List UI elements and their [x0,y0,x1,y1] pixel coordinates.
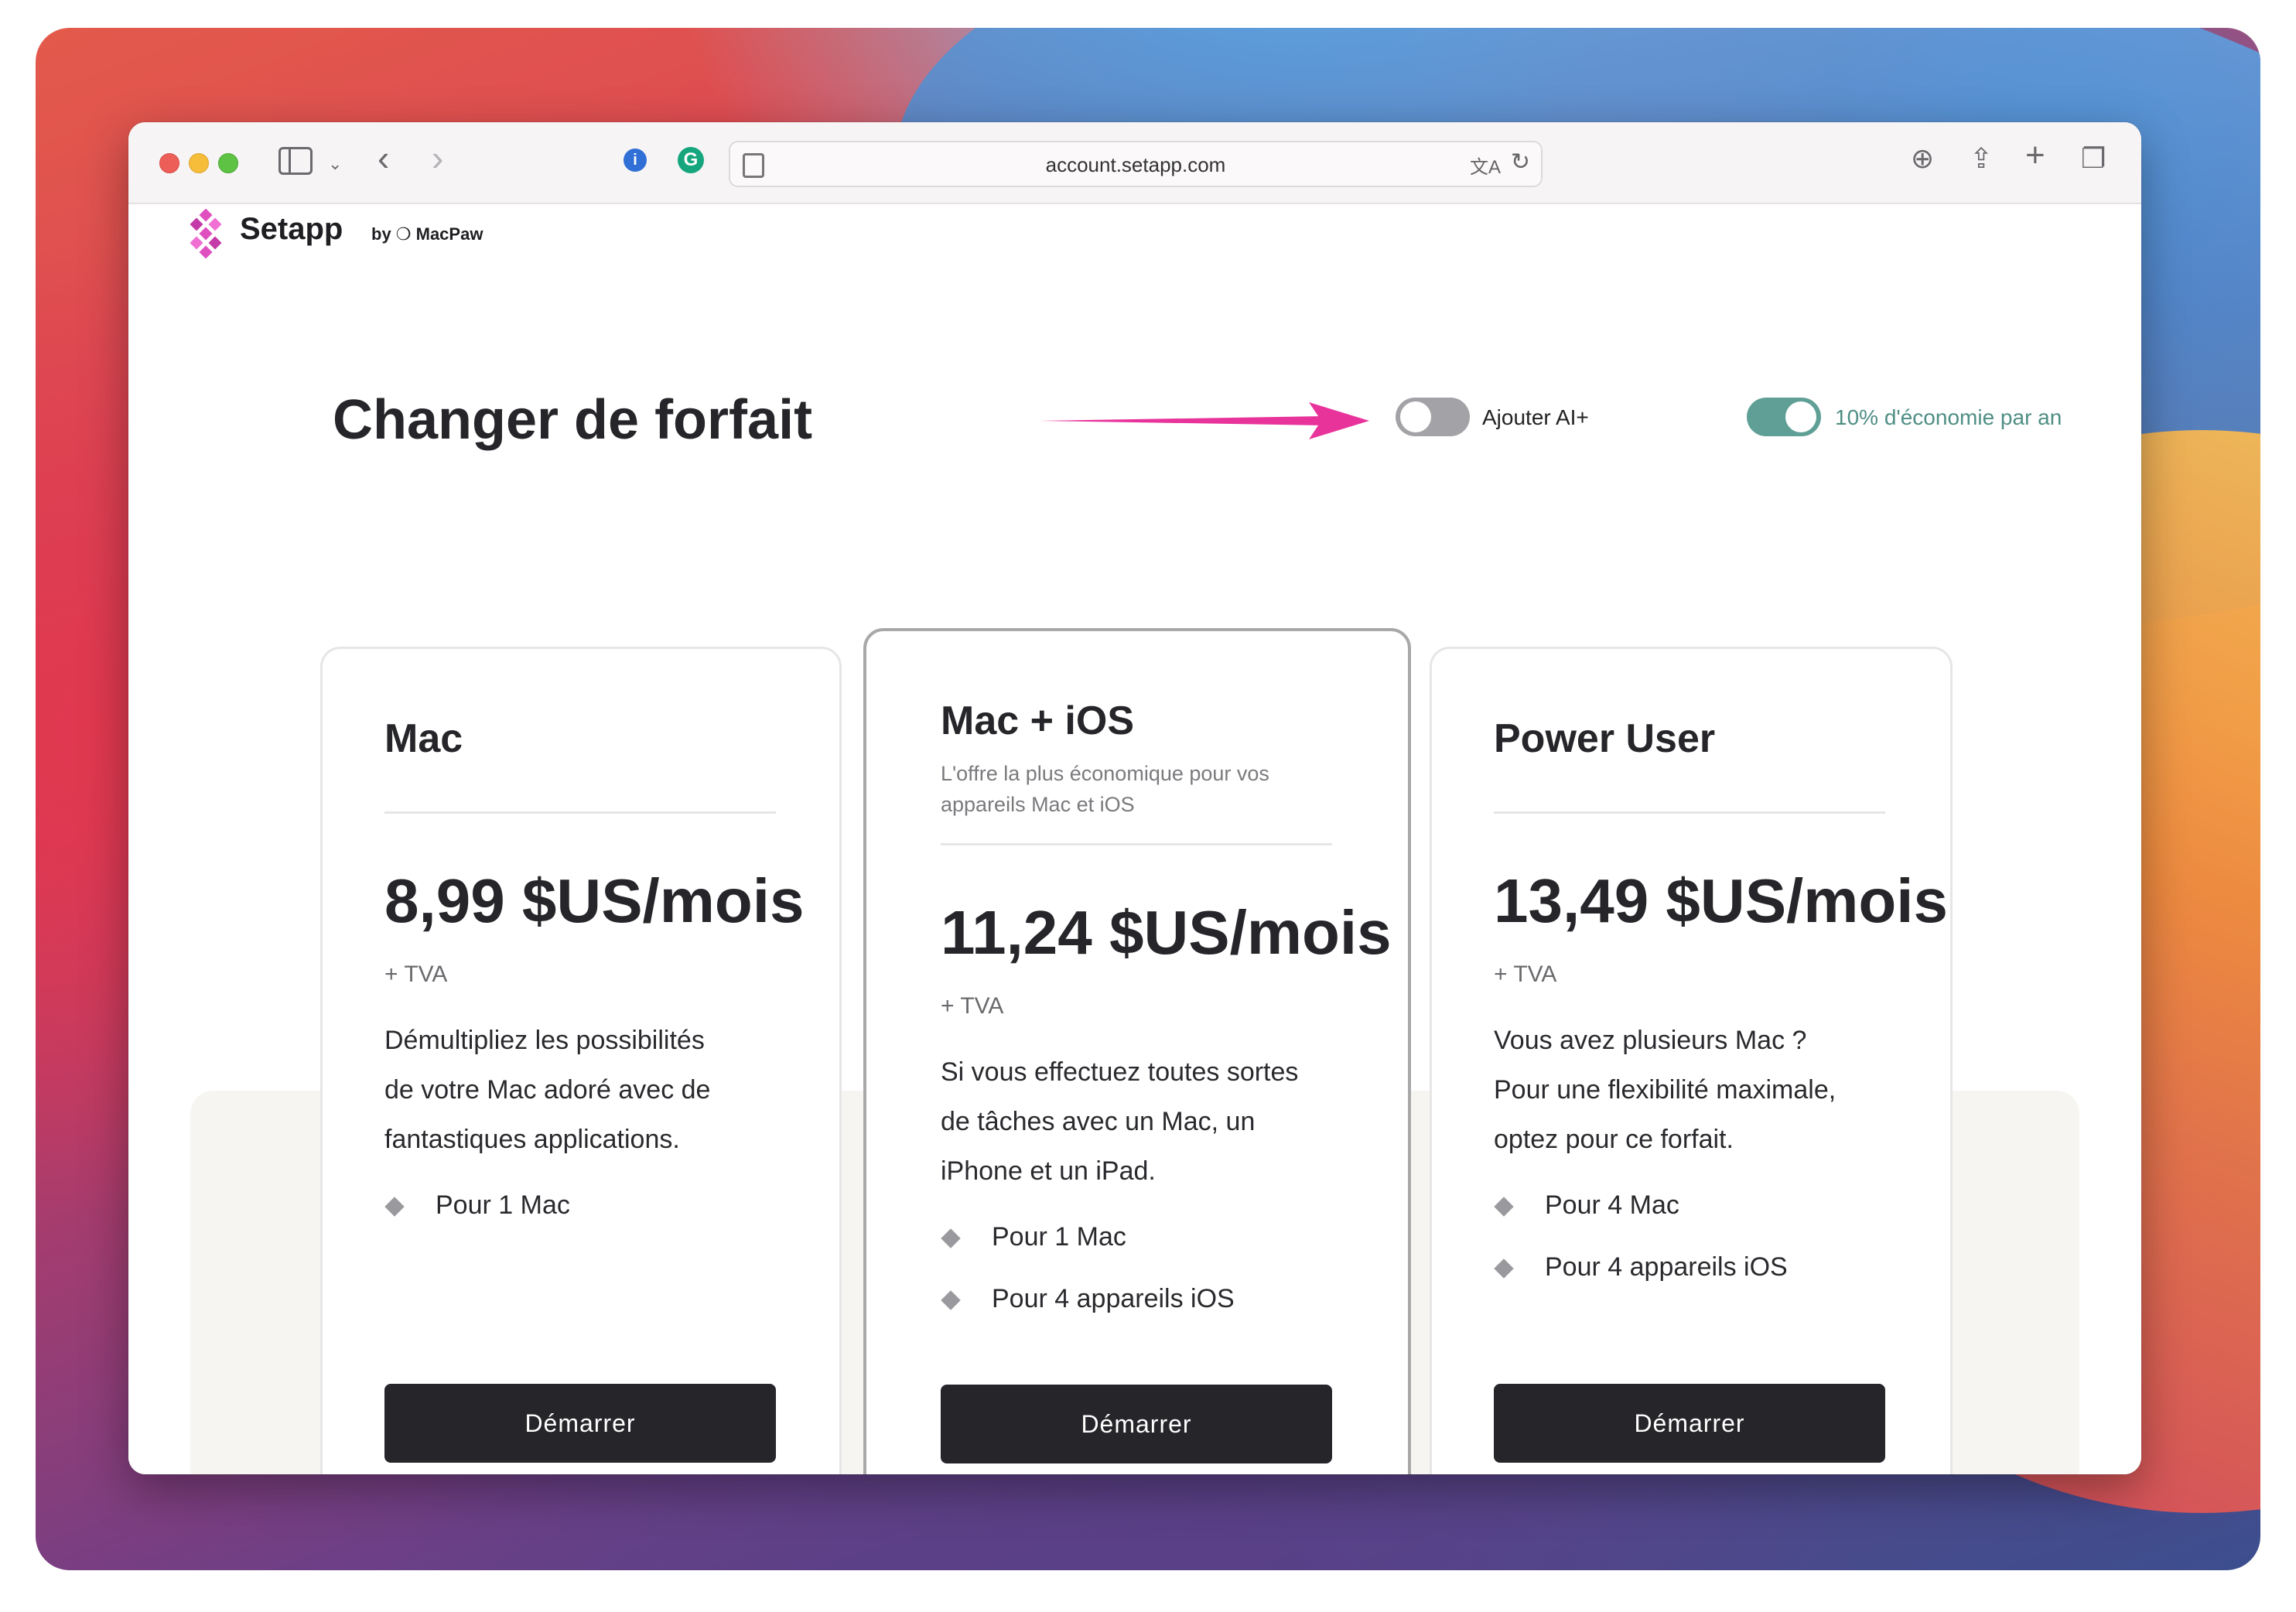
diamond-bullet-icon [941,1290,961,1310]
download-icon[interactable]: ⊕ [1911,142,1934,175]
plan-price: 8,99 $US/mois [384,866,805,935]
desc-line: Vous avez plusieurs Mac ? [1494,1026,1807,1055]
diamond-bullet-icon [941,1228,961,1248]
new-tab-icon[interactable]: + [2025,136,2045,175]
by-macpaw: by ❍ MacPaw [371,224,483,244]
pink-arrow-annotation [1040,402,1369,439]
yearly-savings-toggle[interactable] [1747,398,1821,436]
desc-line: de votre Mac adoré avec de [384,1075,711,1105]
desc-line: Pour une flexibilité maximale, [1494,1075,1836,1105]
start-button-power-user[interactable]: Démarrer [1494,1384,1885,1463]
plan-price: 11,24 $US/mois [941,898,1392,967]
diamond-bullet-icon [1494,1197,1514,1217]
desc-line: fantastiques applications. [384,1125,680,1154]
tab-overview-icon[interactable]: ❐ [2081,142,2106,175]
start-button-mac[interactable]: Démarrer [384,1384,776,1463]
vat-label: + TVA [1494,961,1557,987]
subtitle-line: appareils Mac et iOS [941,793,1135,816]
plan-subtitle: L'offre la plus économique pour vos appa… [941,758,1269,820]
feature-item: Pour 1 Mac [992,1222,1126,1252]
plan-description: Démultipliez les possibilités de votre M… [384,1016,710,1164]
vat-label: + TVA [384,961,448,987]
back-arrow-icon[interactable]: ‹ [378,140,389,176]
browser-toolbar: ⌄ ‹ › i G account.setapp.com 文A ↻ ⊕ ⇪ + … [128,122,2141,204]
feature-item: Pour 1 Mac [436,1190,570,1220]
ai-plus-toggle[interactable] [1396,398,1470,436]
feature-item: Pour 4 Mac [1545,1190,1679,1220]
plan-name: Mac [384,716,463,761]
zoom-window-button[interactable] [218,153,238,173]
browser-window: ⌄ ‹ › i G account.setapp.com 文A ↻ ⊕ ⇪ + … [128,122,2141,1474]
subtitle-line: L'offre la plus économique pour vos [941,762,1269,785]
feature-item: Pour 4 appareils iOS [1545,1252,1788,1282]
toggle-knob [1400,401,1431,432]
password-manager-icon[interactable]: i [624,149,647,172]
yearly-savings-label: 10% d'économie par an [1835,405,2062,429]
plan-card-power-user: Power User 13,49 $US/mois + TVA Vous ave… [1430,647,1953,1474]
desc-line: Si vous effectuez toutes sortes [941,1057,1299,1087]
divider [1494,811,1885,814]
plan-name: Power User [1494,716,1716,761]
close-window-button[interactable] [159,153,179,173]
divider [384,811,776,814]
plan-description: Vous avez plusieurs Mac ? Pour une flexi… [1494,1016,1836,1164]
plan-card-mac: Mac 8,99 $US/mois + TVA Démultipliez les… [320,647,842,1474]
start-button-mac-ios[interactable]: Démarrer [941,1385,1332,1463]
diamond-bullet-icon [384,1197,405,1217]
brand-name[interactable]: Setapp [240,212,343,247]
ai-plus-label: Ajouter AI+ [1482,405,1589,429]
page-content: Setapp by ❍ MacPaw Changer de forfait Aj… [128,204,2141,1474]
desc-line: iPhone et un iPad. [941,1156,1156,1186]
grammarly-icon[interactable]: G [678,147,704,173]
divider [941,843,1332,845]
minimize-window-button[interactable] [189,153,209,173]
feature-item: Pour 4 appareils iOS [992,1284,1235,1313]
toggle-knob [1785,401,1816,432]
setapp-logo-icon[interactable] [189,209,223,258]
translate-icon[interactable]: 文A [1470,152,1501,179]
desc-line: optez pour ce forfait. [1494,1125,1734,1154]
plan-price: 13,49 $US/mois [1494,866,1948,935]
chevron-down-icon[interactable]: ⌄ [328,149,342,179]
forward-arrow-icon[interactable]: › [432,140,443,176]
plan-name: Mac + iOS [941,698,1134,743]
sidebar-toggle-icon[interactable] [278,147,313,175]
plan-description: Si vous effectuez toutes sortes de tâche… [941,1047,1298,1196]
address-bar[interactable]: account.setapp.com 文A ↻ [729,141,1543,187]
share-icon[interactable]: ⇪ [1970,142,1993,175]
reload-icon[interactable]: ↻ [1511,149,1530,176]
plan-card-mac-ios: Mac + iOS L'offre la plus économique pou… [863,628,1411,1474]
vat-label: + TVA [941,993,1004,1019]
desc-line: de tâches avec un Mac, un [941,1107,1256,1136]
desc-line: Démultipliez les possibilités [384,1026,705,1055]
page-title: Changer de forfait [333,389,813,451]
url-text[interactable]: account.setapp.com [730,153,1541,177]
diamond-bullet-icon [1494,1259,1514,1279]
